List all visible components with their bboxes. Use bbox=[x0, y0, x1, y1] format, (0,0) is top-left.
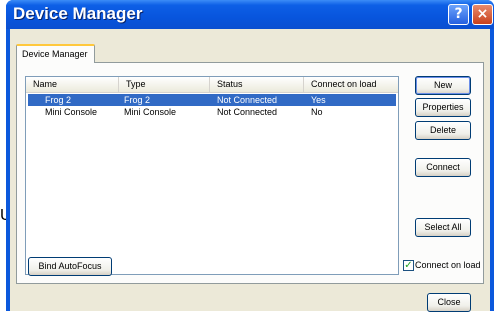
delete-button[interactable]: Delete bbox=[415, 121, 471, 140]
help-button[interactable]: ? bbox=[448, 4, 469, 25]
properties-button[interactable]: Properties bbox=[415, 98, 471, 117]
list-header: Name Type Status Connect on load bbox=[26, 77, 398, 93]
select-all-button[interactable]: Select All bbox=[415, 218, 471, 237]
tab-device-manager[interactable]: Device Manager bbox=[16, 44, 95, 63]
column-header-status[interactable]: Status bbox=[210, 77, 304, 92]
cell-status: Not Connected bbox=[217, 107, 278, 117]
cell-connect-on-load: No bbox=[311, 107, 323, 117]
table-row[interactable]: Frog 2 Frog 2 Not Connected Yes bbox=[28, 94, 396, 106]
column-header-connect-on-load[interactable]: Connect on load bbox=[304, 77, 398, 92]
cell-status: Not Connected bbox=[217, 95, 278, 105]
cell-type: Frog 2 bbox=[124, 95, 151, 105]
question-mark-icon: ? bbox=[454, 6, 463, 22]
window-title: Device Manager bbox=[13, 4, 143, 23]
bind-autofocus-button[interactable]: Bind AutoFocus bbox=[28, 257, 112, 276]
checkmark-icon: ✓ bbox=[404, 260, 413, 271]
connect-button[interactable]: Connect bbox=[415, 158, 471, 177]
title-bar[interactable]: Device Manager ? × bbox=[6, 0, 494, 29]
table-row[interactable]: Mini Console Mini Console Not Connected … bbox=[28, 106, 396, 118]
connect-on-load-checkbox[interactable]: ✓ bbox=[403, 260, 414, 271]
close-icon: × bbox=[476, 6, 489, 22]
connect-on-load-label: Connect on load bbox=[415, 260, 481, 270]
cell-type: Mini Console bbox=[124, 107, 177, 117]
device-manager-window: Device Manager ? × Device Manager Name T… bbox=[6, 0, 494, 312]
new-button[interactable]: New bbox=[415, 76, 471, 95]
cell-connect-on-load: Yes bbox=[311, 95, 326, 105]
column-header-name[interactable]: Name bbox=[26, 77, 119, 92]
cell-name: Mini Console bbox=[45, 107, 98, 117]
dialog-client-area: Device Manager Name Type Status Connect … bbox=[10, 29, 490, 312]
cell-name: Frog 2 bbox=[45, 95, 72, 105]
device-list[interactable]: Name Type Status Connect on load Frog 2 … bbox=[25, 76, 399, 275]
column-header-type[interactable]: Type bbox=[119, 77, 210, 92]
title-close-button[interactable]: × bbox=[472, 4, 493, 25]
close-button[interactable]: Close bbox=[427, 293, 471, 312]
